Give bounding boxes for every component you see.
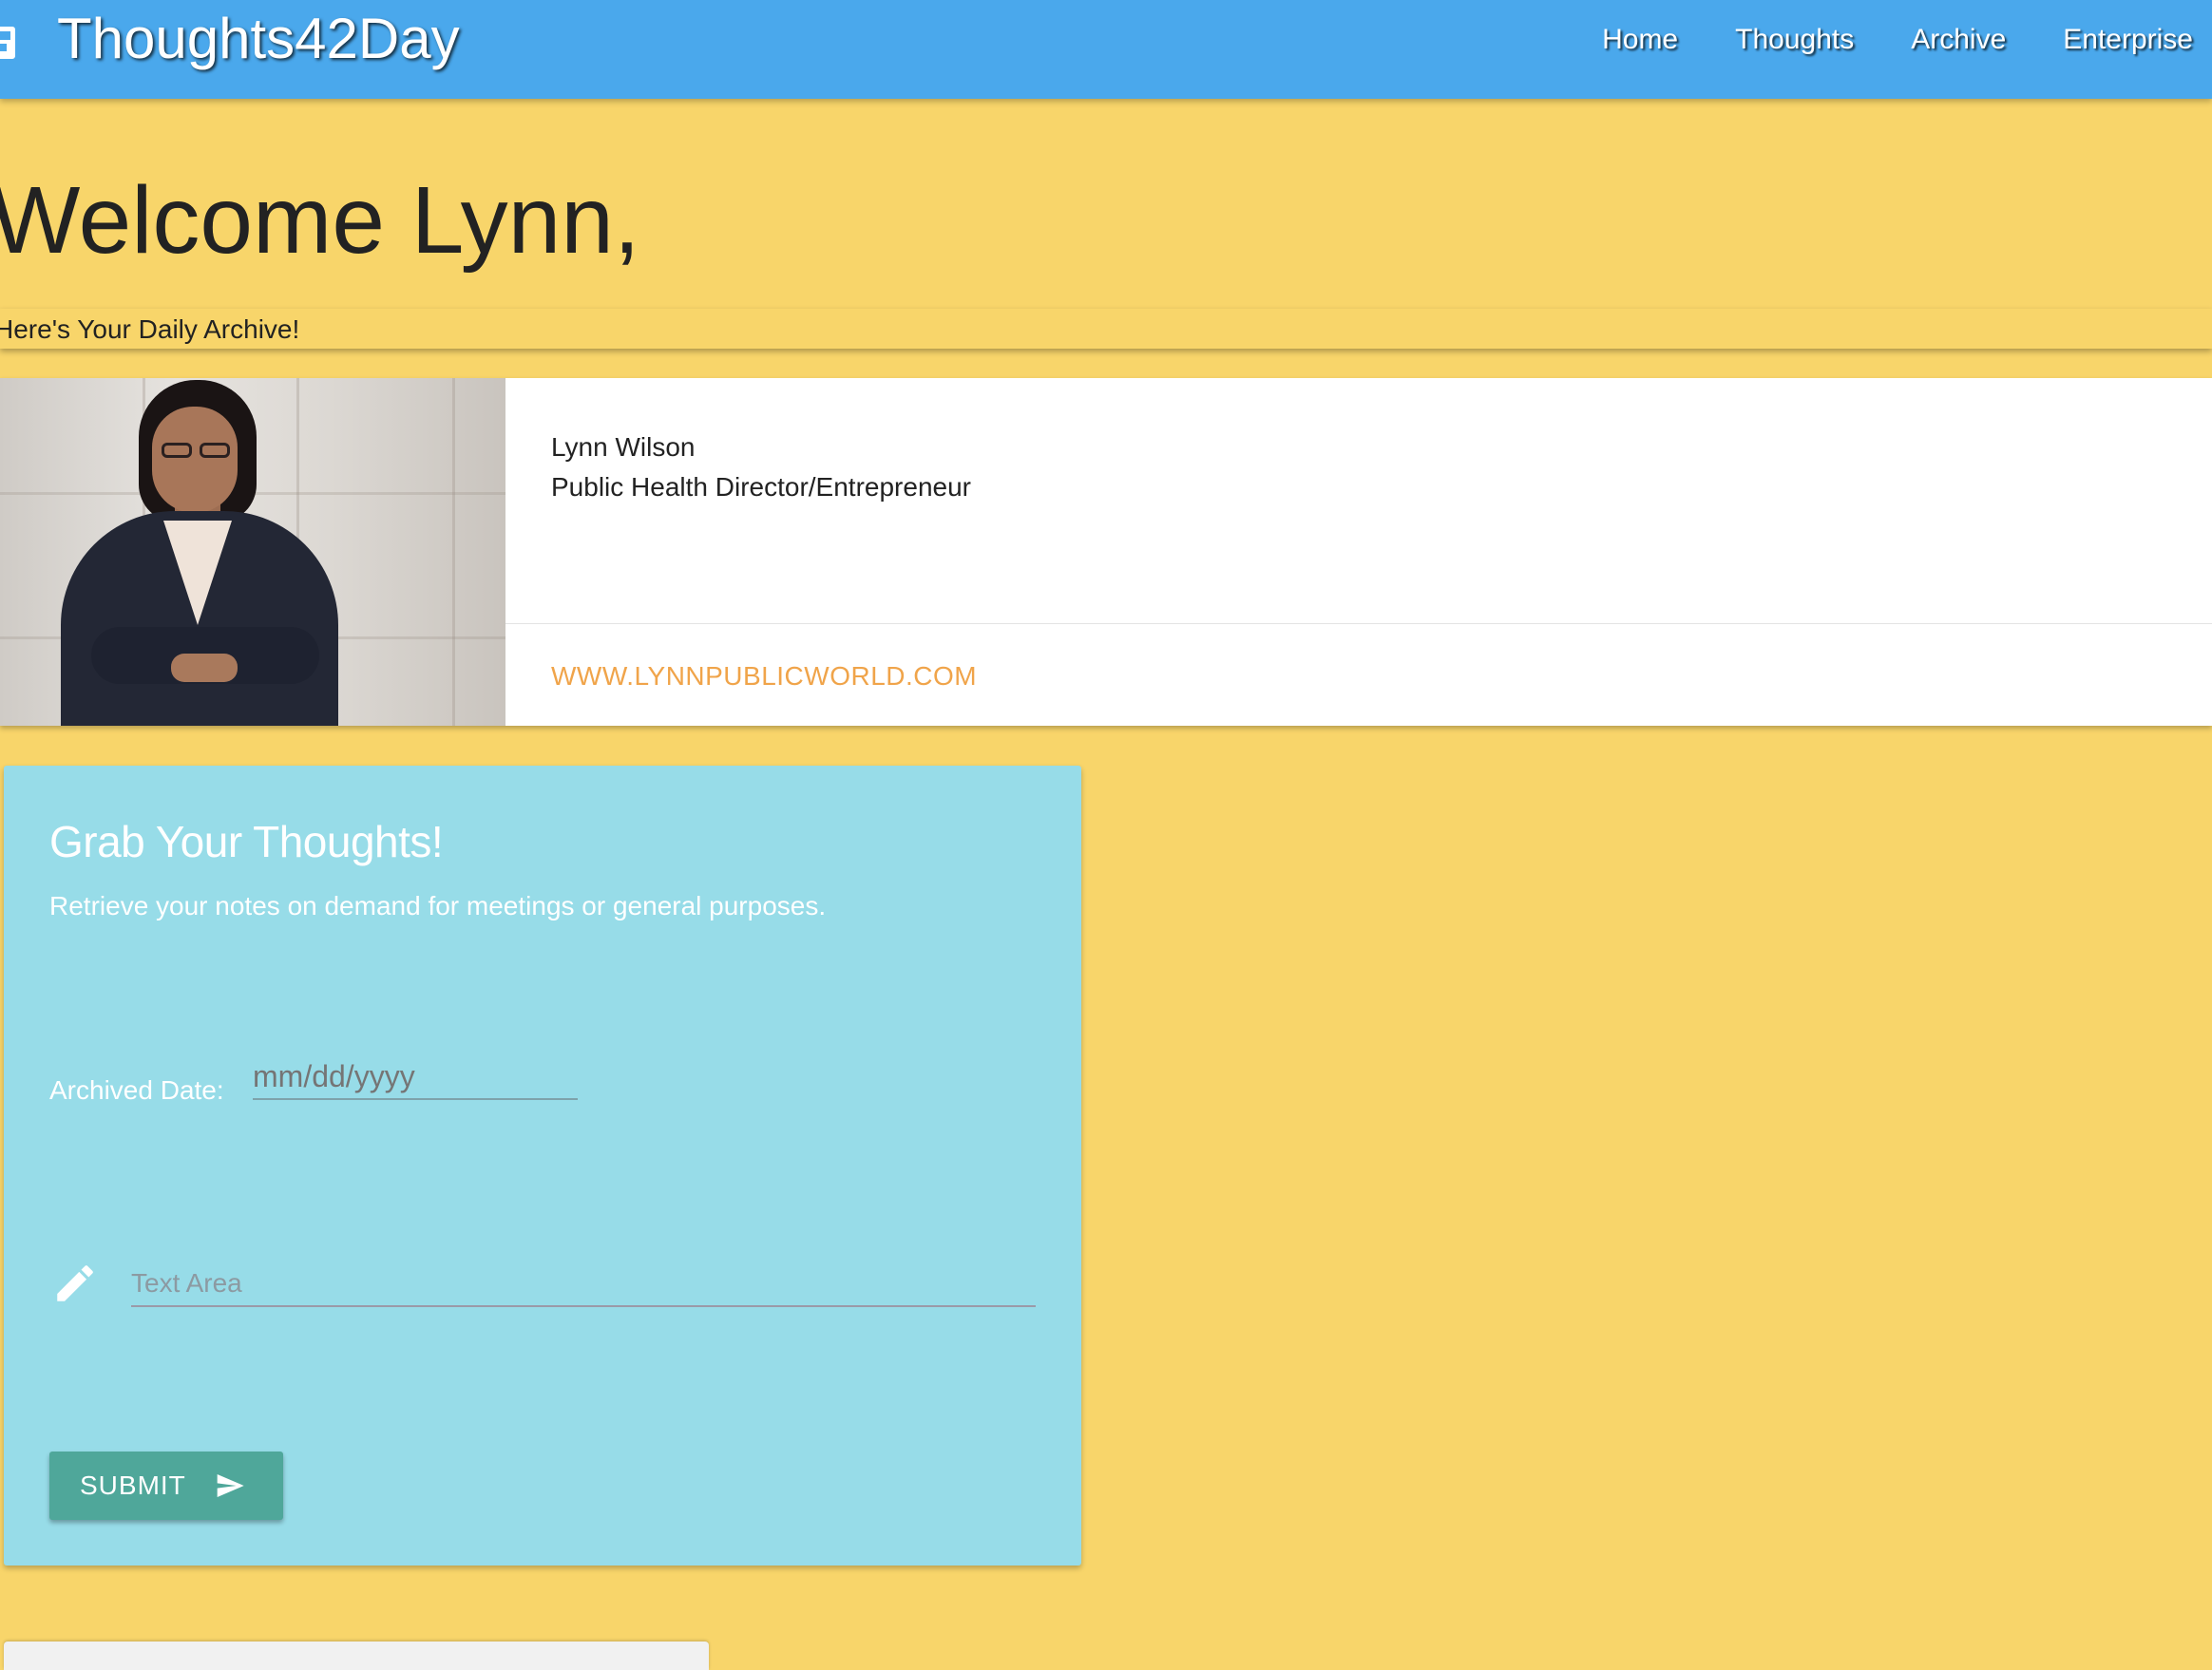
profile-title: Public Health Director/Entrepreneur — [551, 472, 971, 502]
submit-button[interactable]: SUBMIT — [49, 1452, 283, 1520]
next-card-edge — [4, 1642, 709, 1670]
subheader-bar: Here's Your Daily Archive! — [0, 309, 2212, 349]
submit-label: SUBMIT — [80, 1471, 186, 1500]
nav-link-archive[interactable]: Archive — [1911, 21, 2006, 59]
nav-link-enterprise[interactable]: Enterprise — [2063, 21, 2193, 59]
nav-link-home[interactable]: Home — [1602, 21, 1678, 59]
welcome-heading: Welcome Lynn, — [0, 167, 640, 274]
archive-subtitle: Here's Your Daily Archive! — [0, 314, 300, 344]
profile-photo — [0, 378, 505, 726]
send-icon — [217, 1474, 244, 1497]
navbar: Thoughts42Day Home Thoughts Archive Ente… — [0, 0, 2212, 99]
nav-links: Home Thoughts Archive Enterprise — [1545, 21, 2212, 59]
thoughts-card: Grab Your Thoughts! Retrieve your notes … — [4, 766, 1081, 1566]
thoughts-card-title: Grab Your Thoughts! — [49, 817, 444, 866]
nav-link-thoughts[interactable]: Thoughts — [1735, 21, 1854, 59]
thoughts-card-description: Retrieve your notes on demand for meetin… — [49, 891, 827, 920]
brand-logo[interactable]: Thoughts42Day — [57, 6, 460, 71]
thoughts-text-area[interactable] — [131, 1262, 1036, 1307]
profile-name: Lynn Wilson — [551, 432, 696, 462]
card-divider — [505, 623, 2212, 624]
archived-date-input[interactable] — [253, 1054, 578, 1100]
profile-card — [0, 378, 2212, 726]
pencil-icon — [57, 1265, 93, 1301]
profile-website-link[interactable]: WWW.LYNNPUBLICWORLD.COM — [551, 657, 977, 695]
archived-date-label: Archived Date: — [49, 1075, 224, 1105]
calendar-icon — [0, 27, 15, 59]
